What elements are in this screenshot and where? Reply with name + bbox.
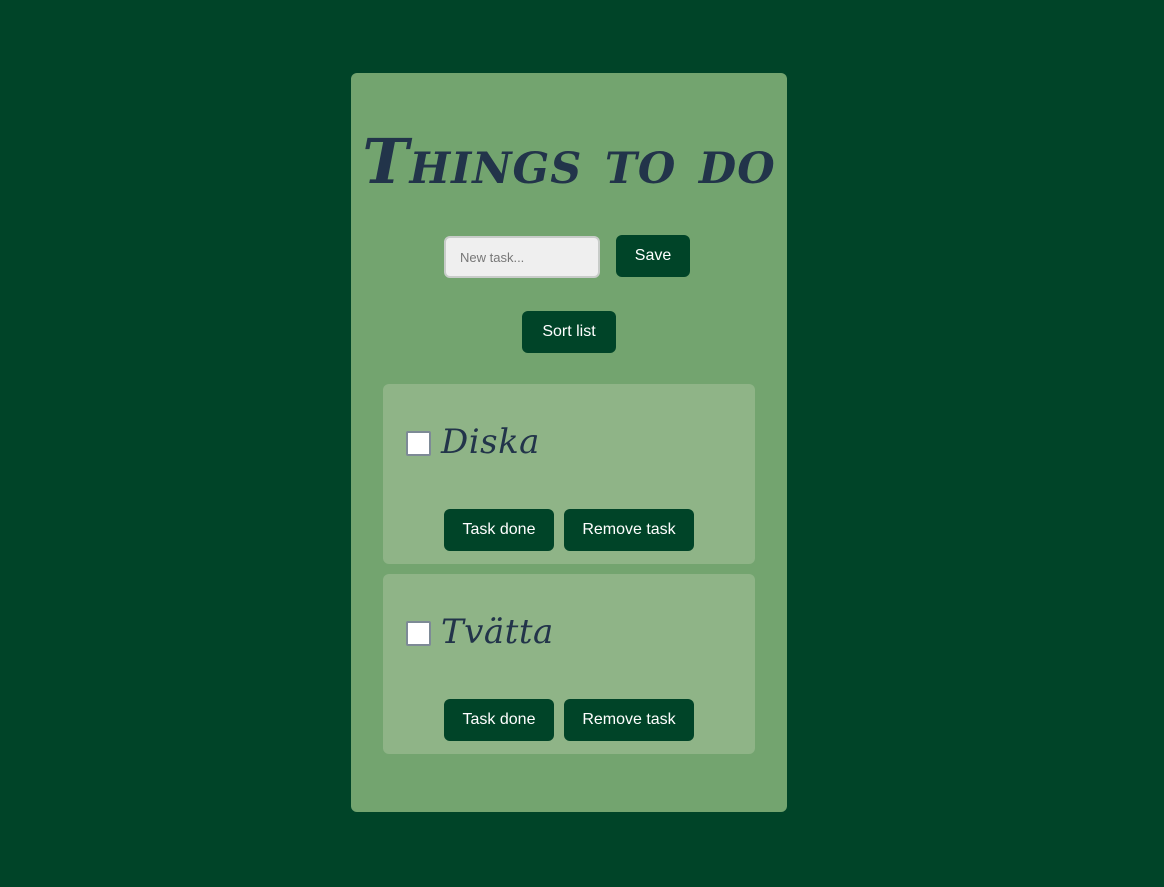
remove-task-button[interactable]: Remove task bbox=[564, 509, 694, 551]
task-done-button[interactable]: Task done bbox=[444, 509, 554, 551]
task-done-button[interactable]: Task done bbox=[444, 699, 554, 741]
task-checkbox[interactable] bbox=[406, 621, 431, 646]
task-item: Tvätta Task done Remove task bbox=[383, 574, 755, 754]
todo-card: Things to do Save Sort list Diska Task d… bbox=[351, 73, 787, 812]
new-task-input[interactable] bbox=[444, 236, 600, 278]
page-title: Things to do bbox=[362, 125, 776, 198]
task-name: Tvätta bbox=[441, 612, 554, 652]
task-item: Diska Task done Remove task bbox=[383, 384, 755, 564]
save-button[interactable]: Save bbox=[616, 235, 690, 277]
remove-task-button[interactable]: Remove task bbox=[564, 699, 694, 741]
task-name: Diska bbox=[441, 422, 540, 462]
task-checkbox[interactable] bbox=[406, 431, 431, 456]
sort-list-button[interactable]: Sort list bbox=[522, 311, 616, 353]
